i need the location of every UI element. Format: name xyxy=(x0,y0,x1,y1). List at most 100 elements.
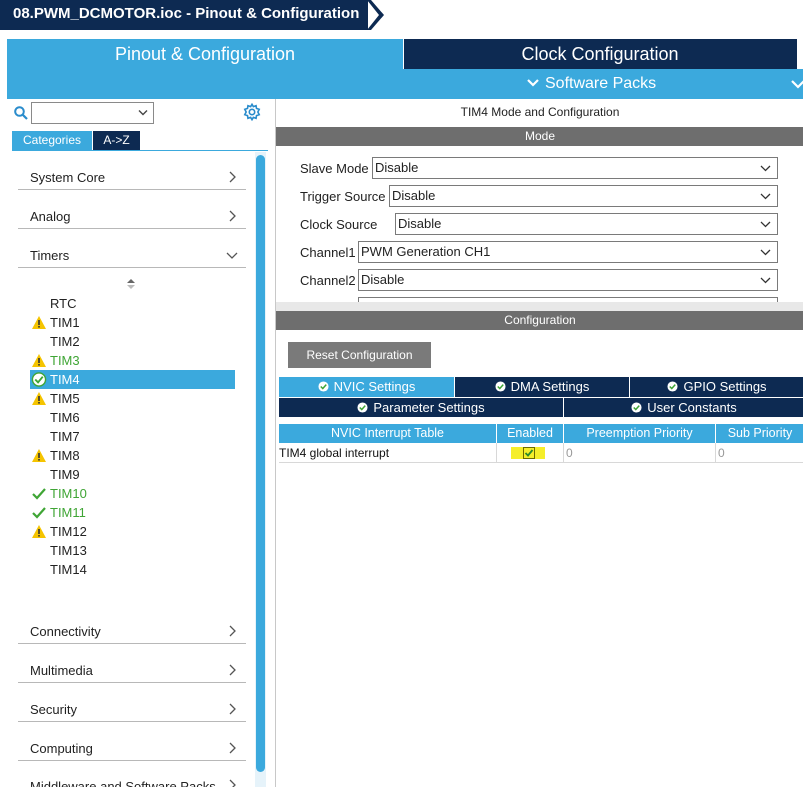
category-multimedia[interactable]: Multimedia xyxy=(18,653,246,683)
category-system-core[interactable]: System Core xyxy=(18,160,246,190)
timer-item-tim6[interactable]: TIM6 xyxy=(30,408,235,427)
check-icon xyxy=(32,488,46,500)
software-packs-label[interactable]: Software Packs xyxy=(527,69,656,99)
timer-item-tim3[interactable]: TIM3 xyxy=(30,351,235,370)
tab-pinout-configuration[interactable]: Pinout & Configuration xyxy=(7,39,403,69)
chevron-right-icon xyxy=(229,703,236,715)
warning-icon xyxy=(32,525,46,538)
tab-parameter-settings[interactable]: Parameter Settings xyxy=(279,397,564,417)
check-circle-icon xyxy=(31,372,47,387)
chevron-down-icon xyxy=(760,193,771,200)
chevron-right-icon xyxy=(229,779,236,787)
chevron-right-icon xyxy=(229,171,236,183)
tab-clock-configuration[interactable]: Clock Configuration xyxy=(404,39,796,69)
clock-source-select[interactable]: Disable xyxy=(395,213,778,235)
column-header-interrupt-table[interactable]: NVIC Interrupt Table xyxy=(279,424,497,443)
enabled-cell[interactable] xyxy=(497,443,564,463)
timer-label: TIM11 xyxy=(50,505,86,520)
timer-item-tim5[interactable]: TIM5 xyxy=(30,389,235,408)
category-label: Computing xyxy=(30,741,93,756)
warning-icon xyxy=(32,354,46,367)
category-timers[interactable]: Timers xyxy=(18,238,246,268)
tab-label: NVIC Settings xyxy=(333,379,416,394)
search-input[interactable] xyxy=(31,102,154,124)
tab-gpio-settings[interactable]: GPIO Settings xyxy=(630,377,803,397)
channel1-label: Channel1 xyxy=(300,245,356,260)
tab-edge xyxy=(796,39,803,69)
channel2-label: Channel2 xyxy=(300,273,356,288)
select-value: Disable xyxy=(375,160,419,175)
chevron-down-icon xyxy=(760,249,771,256)
column-header-sub-priority[interactable]: Sub Priority xyxy=(716,424,803,443)
breadcrumb-arrow-icon xyxy=(367,0,384,30)
gear-icon[interactable] xyxy=(243,103,261,121)
chevron-down-icon xyxy=(760,277,771,284)
timer-item-tim7[interactable]: TIM7 xyxy=(30,427,235,446)
preemption-priority-cell[interactable]: 0 xyxy=(564,443,716,463)
chevron-down-icon[interactable] xyxy=(791,69,803,99)
timer-item-tim12[interactable]: TIM12 xyxy=(30,522,235,541)
chevron-down-icon xyxy=(760,165,771,172)
chevron-down-icon xyxy=(226,252,238,259)
search-icon[interactable] xyxy=(14,106,28,120)
timer-item-rtc[interactable]: RTC xyxy=(30,294,235,313)
chevron-down-icon xyxy=(138,110,148,116)
tab-a-z[interactable]: A->Z xyxy=(93,131,140,150)
column-header-preemption-priority[interactable]: Preemption Priority xyxy=(564,424,716,443)
channel2-select[interactable]: Disable xyxy=(358,269,778,291)
timer-item-tim11[interactable]: TIM11 xyxy=(30,503,235,522)
timer-label: TIM10 xyxy=(50,486,87,501)
timer-label: TIM4 xyxy=(50,372,80,387)
tab-categories[interactable]: Categories xyxy=(12,131,92,150)
trigger-source-select[interactable]: Disable xyxy=(389,185,778,207)
panel-title: TIM4 Mode and Configuration xyxy=(460,105,620,119)
reset-configuration-button[interactable]: Reset Configuration xyxy=(288,342,431,368)
clock-source-label: Clock Source xyxy=(300,217,378,232)
channel1-select[interactable]: PWM Generation CH1 xyxy=(358,241,778,263)
timer-item-tim14[interactable]: TIM14 xyxy=(30,560,235,579)
configuration-header: Configuration xyxy=(276,311,803,330)
software-packs-bar[interactable]: Software Packs xyxy=(7,69,803,99)
table-row[interactable]: TIM4 global interrupt xyxy=(279,443,497,463)
timer-label: TIM8 xyxy=(50,448,80,463)
timer-label: TIM12 xyxy=(50,524,87,539)
tab-label: User Constants xyxy=(647,400,737,415)
cell-value: 0 xyxy=(566,446,573,460)
category-middleware[interactable]: Middleware and Software Packs xyxy=(18,770,246,787)
timer-label: TIM7 xyxy=(50,429,80,444)
timer-item-tim8[interactable]: TIM8 xyxy=(30,446,235,465)
category-computing[interactable]: Computing xyxy=(18,731,246,761)
mode-scroll-gutter xyxy=(276,302,803,311)
column-header-enabled[interactable]: Enabled xyxy=(497,424,564,443)
timer-item-tim4[interactable]: TIM4 xyxy=(30,370,235,389)
timer-item-tim10[interactable]: TIM10 xyxy=(30,484,235,503)
category-connectivity[interactable]: Connectivity xyxy=(18,614,246,644)
category-label: Middleware and Software Packs xyxy=(30,779,216,787)
check-circle-icon xyxy=(318,381,329,392)
timer-item-tim2[interactable]: TIM2 xyxy=(30,332,235,351)
chevron-down-icon xyxy=(527,79,539,87)
category-security[interactable]: Security xyxy=(18,692,246,722)
category-analog[interactable]: Analog xyxy=(18,199,246,229)
sub-priority-cell[interactable]: 0 xyxy=(716,443,803,463)
category-label: Multimedia xyxy=(30,663,93,678)
tab-user-constants[interactable]: User Constants xyxy=(564,397,803,417)
slave-mode-select[interactable]: Disable xyxy=(372,157,778,179)
timer-label: TIM6 xyxy=(50,410,80,425)
timer-item-tim9[interactable]: TIM9 xyxy=(30,465,235,484)
slave-mode-label: Slave Mode xyxy=(300,161,369,176)
tab-nvic-settings[interactable]: NVIC Settings xyxy=(279,377,455,397)
sort-icon[interactable] xyxy=(126,278,136,290)
timer-label: TIM13 xyxy=(50,543,87,558)
category-label: System Core xyxy=(30,170,106,185)
enabled-checkbox[interactable] xyxy=(523,447,535,459)
scrollbar-thumb[interactable] xyxy=(256,155,265,772)
category-label: Analog xyxy=(30,209,71,224)
breadcrumb[interactable]: 08.PWM_DCMOTOR.ioc - Pinout & Configurat… xyxy=(0,0,368,30)
timer-item-tim1[interactable]: TIM1 xyxy=(30,313,235,332)
timer-label: TIM2 xyxy=(50,334,80,349)
mode-header: Mode xyxy=(276,127,803,146)
timer-item-tim13[interactable]: TIM13 xyxy=(30,541,235,560)
check-circle-icon xyxy=(667,381,678,392)
tab-dma-settings[interactable]: DMA Settings xyxy=(455,377,630,397)
